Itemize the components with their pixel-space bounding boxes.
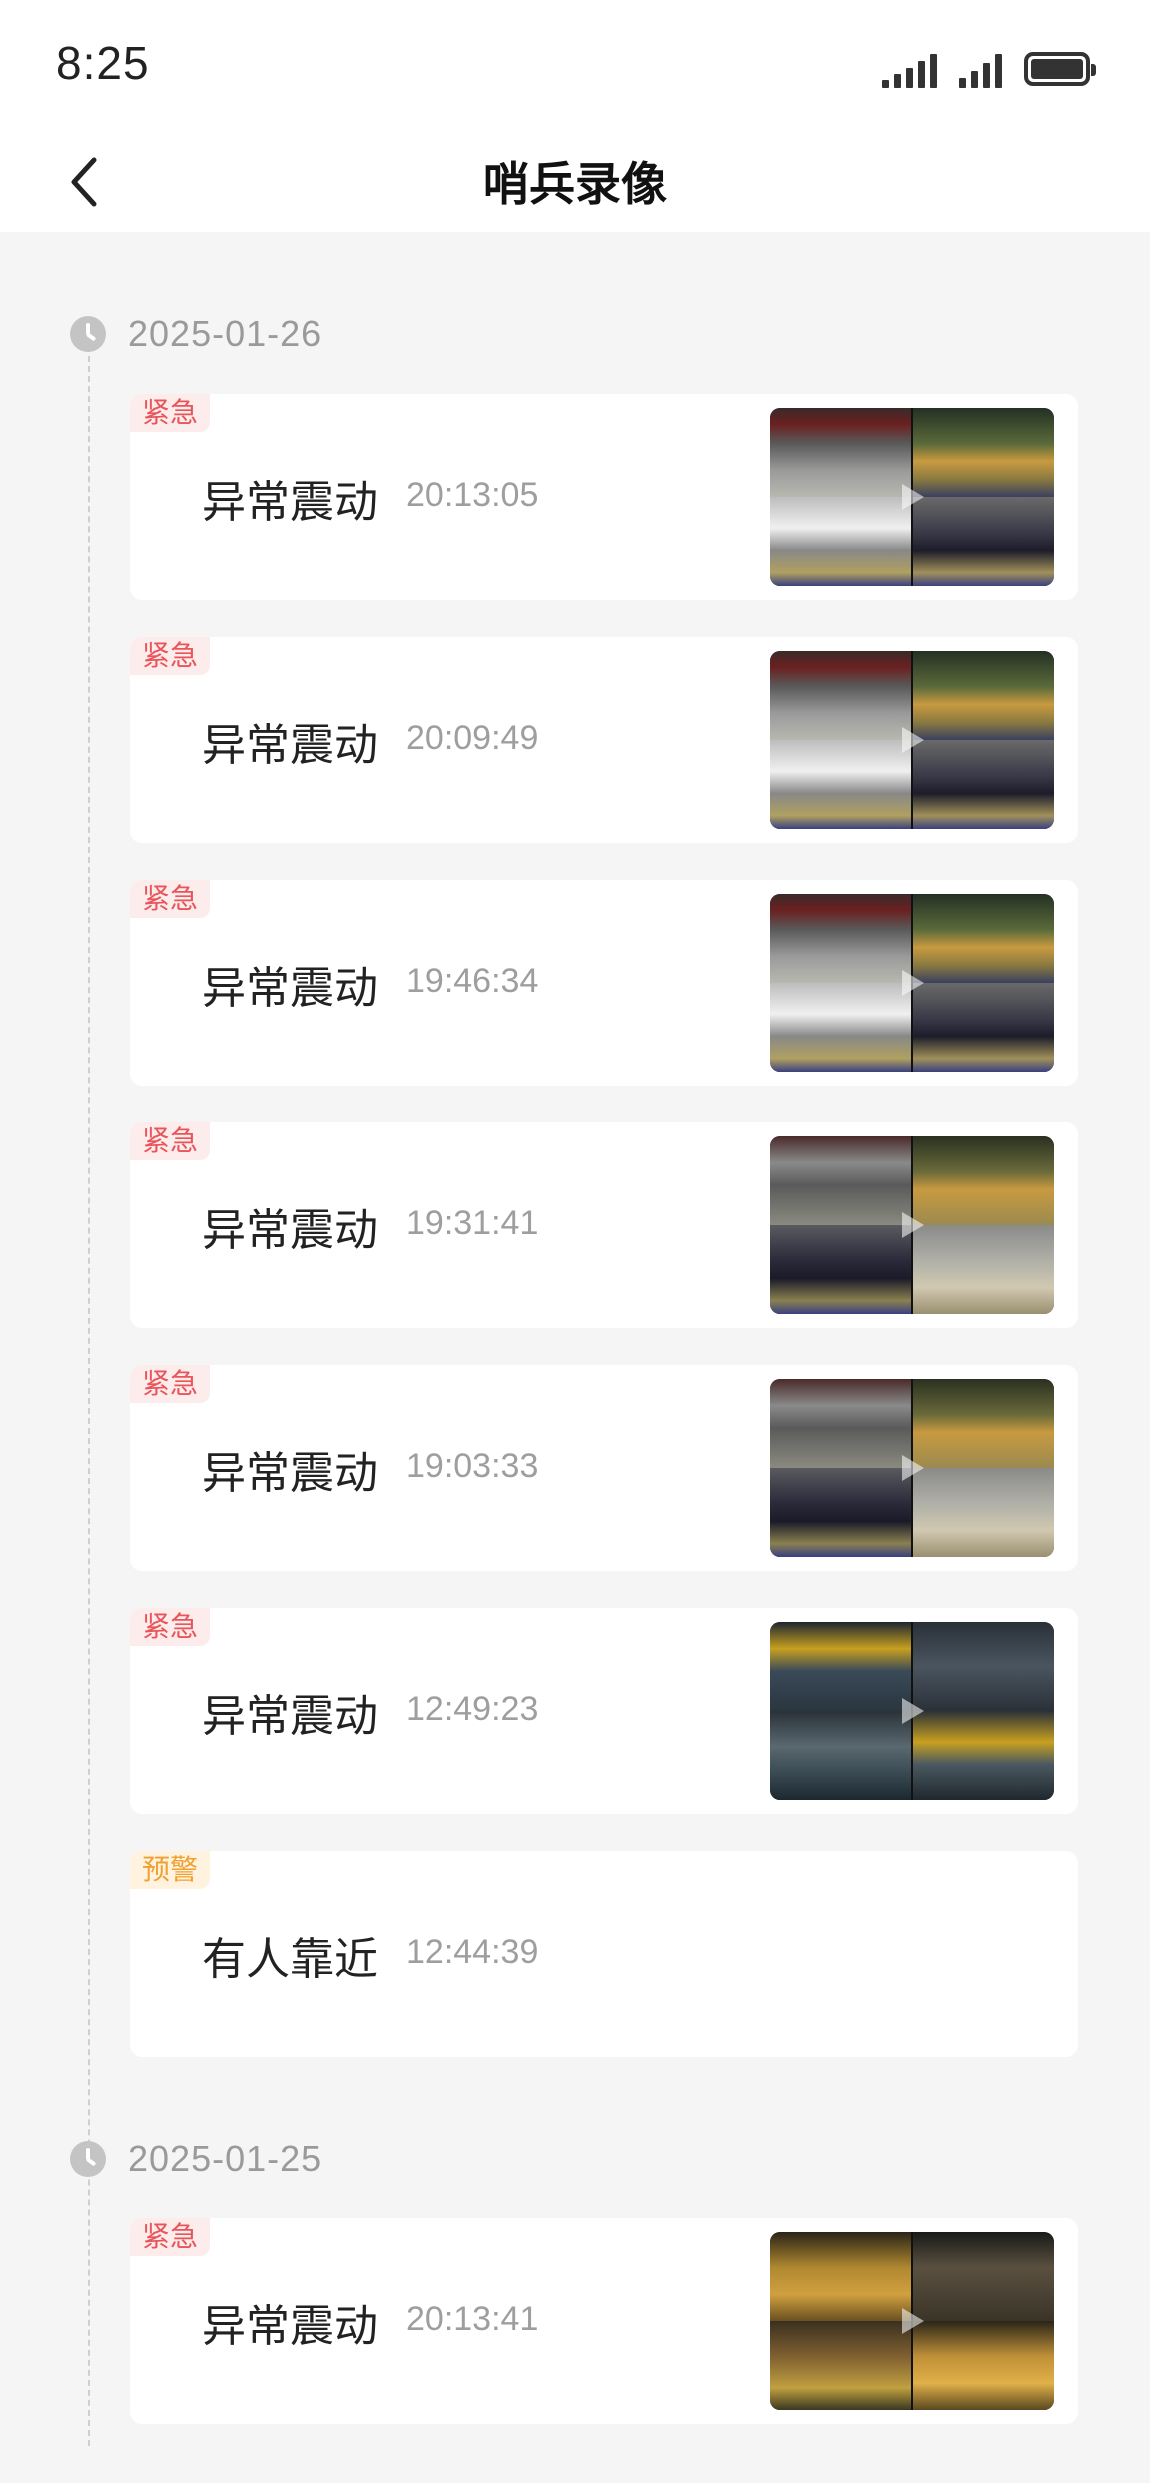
clock-icon [70,2141,106,2177]
play-icon [902,2308,924,2334]
page-title: 哨兵录像 [483,157,667,211]
event-time: 12:49:23 [406,1690,539,1728]
event-card[interactable]: 紧急 异常震动 19:46:34 [130,880,1078,1086]
event-time: 20:13:05 [406,476,539,514]
video-thumbnail[interactable] [770,1622,1054,1800]
play-icon [902,970,924,996]
event-time: 12:44:39 [406,1933,539,1971]
video-thumbnail[interactable] [770,1379,1054,1557]
event-name: 异常震动 [202,963,378,1014]
event-tag: 紧急 [130,637,211,675]
event-time: 19:31:41 [406,1204,539,1242]
status-time: 8:25 [56,37,150,89]
event-tag: 紧急 [130,1608,211,1646]
video-thumbnail[interactable] [770,408,1054,586]
event-tag: 紧急 [130,1365,211,1403]
event-name: 有人靠近 [202,1934,378,1985]
battery-icon [1024,52,1096,86]
event-tag: 紧急 [130,1122,211,1160]
status-icons [882,44,1096,88]
event-card[interactable]: 预警 有人靠近 12:44:39 [130,1851,1078,2057]
event-name: 异常震动 [202,1448,378,1499]
signal-icon [882,48,937,88]
date-header: 2025-01-26 [70,306,322,362]
event-time: 19:03:33 [406,1447,539,1485]
event-tag: 紧急 [130,394,211,432]
event-card[interactable]: 紧急 异常震动 20:13:05 [130,394,1078,600]
video-thumbnail[interactable] [770,1136,1054,1314]
clock-icon [70,316,106,352]
event-card[interactable]: 紧急 异常震动 20:09:49 [130,637,1078,843]
event-name: 异常震动 [202,2301,378,2352]
event-card[interactable]: 紧急 异常震动 12:49:23 [130,1608,1078,1814]
date-label: 2025-01-26 [128,313,323,354]
date-header: 2025-01-25 [70,2131,322,2187]
event-name: 异常震动 [202,477,378,528]
event-tag: 紧急 [130,880,211,918]
status-bar: 8:25 [0,0,1150,130]
event-name: 异常震动 [202,1205,378,1256]
event-card[interactable]: 紧急 异常震动 19:03:33 [130,1365,1078,1571]
event-card[interactable]: 紧急 异常震动 20:13:41 [130,2218,1078,2424]
event-time: 19:46:34 [406,962,539,1000]
event-card[interactable]: 紧急 异常震动 19:31:41 [130,1122,1078,1328]
event-time: 20:09:49 [406,719,539,757]
play-icon [902,1212,924,1238]
nav-bar: 哨兵录像 [0,130,1150,232]
event-time: 20:13:41 [406,2300,539,2338]
video-thumbnail[interactable] [770,651,1054,829]
play-icon [902,484,924,510]
event-tag: 紧急 [130,2218,211,2256]
play-icon [902,1698,924,1724]
signal-icon [959,48,1002,88]
event-tag: 预警 [130,1851,211,1889]
play-icon [902,727,924,753]
date-label: 2025-01-25 [128,2138,323,2179]
event-name: 异常震动 [202,1691,378,1742]
video-thumbnail[interactable] [770,894,1054,1072]
video-thumbnail[interactable] [770,2232,1054,2410]
play-icon [902,1455,924,1481]
event-name: 异常震动 [202,720,378,771]
